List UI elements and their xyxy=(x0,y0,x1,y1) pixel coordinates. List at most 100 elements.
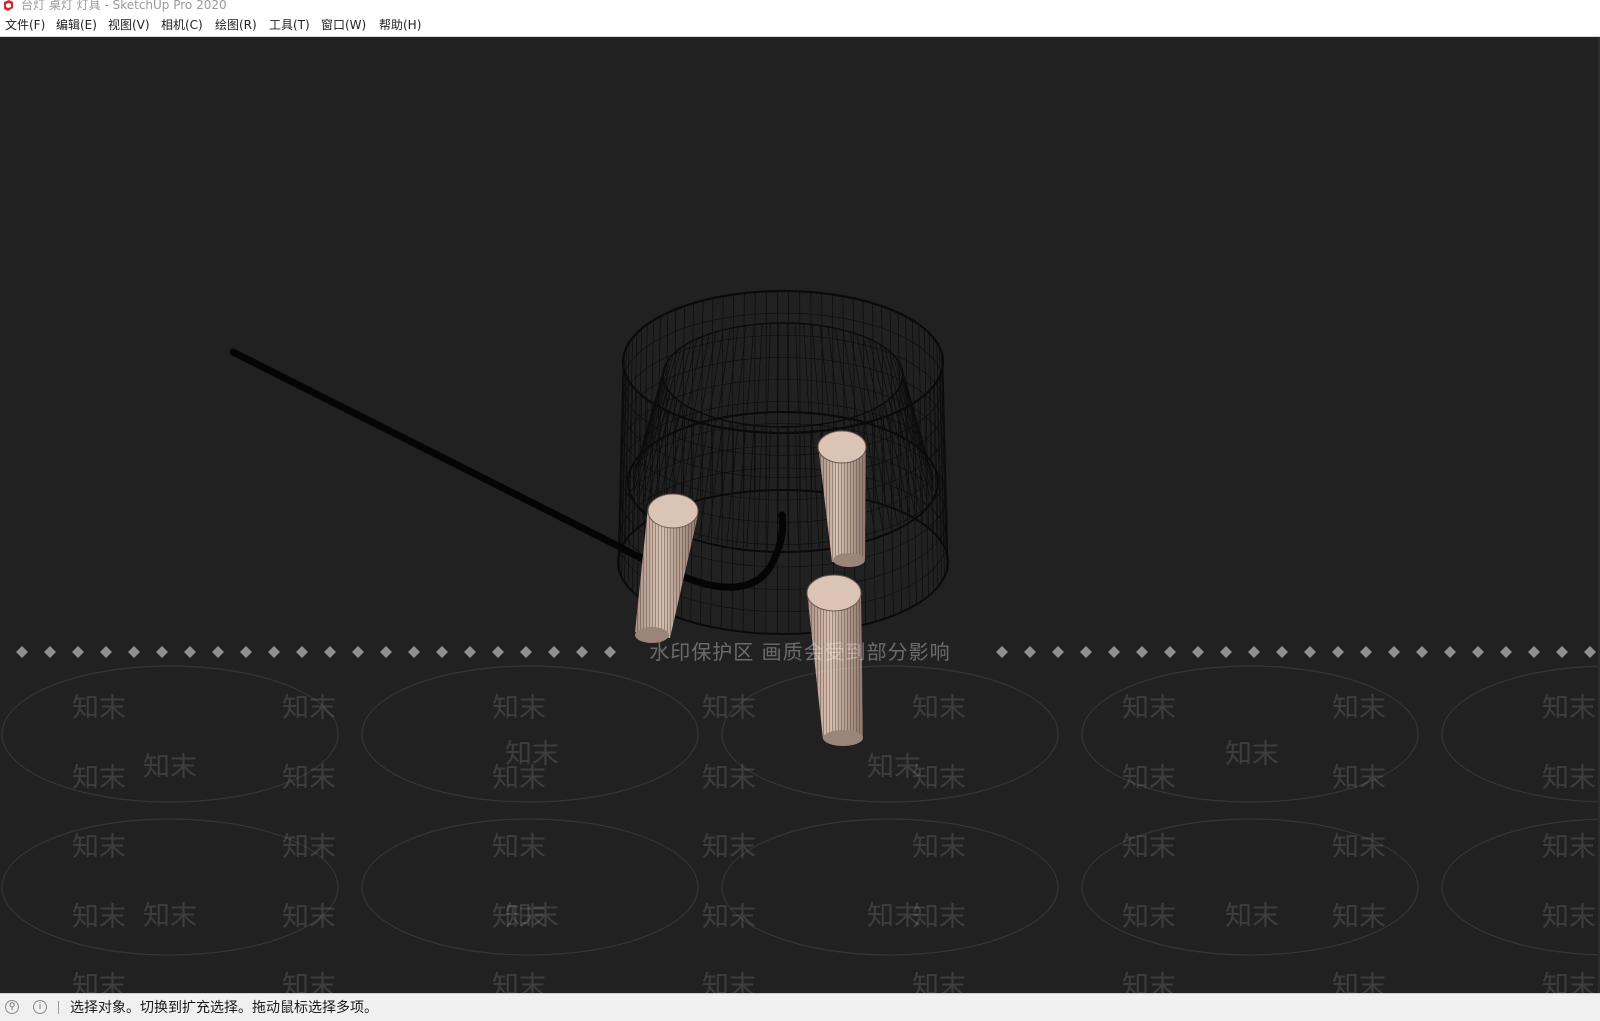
title-bar: 台灯 桌灯 灯具 - SketchUp Pro 2020 xyxy=(0,0,1600,13)
shade-inner-rib-line xyxy=(849,331,868,426)
watermark-diamond xyxy=(1192,646,1204,658)
watermark-ellipse xyxy=(361,818,699,956)
shade-rib-line xyxy=(889,414,894,616)
shade-inner-rib-line xyxy=(803,426,810,550)
shade-inner-rib-line xyxy=(736,424,747,547)
menu-draw[interactable]: 绘图(R) xyxy=(215,18,257,32)
shade-inner-rib-line xyxy=(842,329,859,424)
watermark-diamond xyxy=(996,646,1008,658)
sketchup-logo-icon xyxy=(4,0,13,11)
watermark-diamond xyxy=(1388,646,1400,658)
watermark-diamond xyxy=(464,646,476,658)
shade-inner-rib-line xyxy=(795,323,800,415)
menu-file[interactable]: 文件(F) xyxy=(5,18,45,32)
shade-rib-line xyxy=(663,312,669,513)
shade-inner-rib-line xyxy=(795,426,800,550)
shade-inner-rib-line xyxy=(746,425,755,549)
power-cable xyxy=(229,348,787,591)
shade-inner-rib-line xyxy=(746,324,755,417)
shade-inner-rib-line xyxy=(707,329,724,424)
watermark-diamond xyxy=(1136,646,1148,658)
lamp-leg-front xyxy=(806,574,863,746)
shade-inner-rib-line xyxy=(638,360,668,464)
watermark-diamond xyxy=(436,646,448,658)
watermark-diamond xyxy=(1500,646,1512,658)
menu-tools[interactable]: 工具(T) xyxy=(269,18,310,32)
watermark-diamond xyxy=(408,646,420,658)
watermark-diamond xyxy=(1220,646,1232,658)
watermark-ellipse xyxy=(361,665,699,803)
watermark-ellipse xyxy=(1081,665,1419,803)
watermark-ellipse xyxy=(1441,665,1600,803)
watermark-diamond xyxy=(1248,646,1260,658)
shade-rib-line xyxy=(897,312,903,513)
watermark-diamond xyxy=(380,646,392,658)
watermark-diamond xyxy=(1444,646,1456,658)
watermark-ellipse xyxy=(721,665,1059,803)
shade-inner-rib-line xyxy=(811,324,820,417)
sketchup-window: 台灯 桌灯 灯具 - SketchUp Pro 2020 文件(F) 编辑(E)… xyxy=(0,0,1600,1021)
shade-inner-rib-line xyxy=(707,419,724,541)
watermark-diamond xyxy=(184,646,196,658)
watermark-diamond xyxy=(1024,646,1036,658)
shade-inner-rib-line xyxy=(803,323,810,416)
status-message: 选择对象。切换到扩充选择。拖动鼠标选择多项。 xyxy=(70,1000,378,1016)
lamp-leg-back-right xyxy=(817,430,867,567)
watermark-diamond xyxy=(492,646,504,658)
window-title: 台灯 桌灯 灯具 - SketchUp Pro 2020 xyxy=(21,0,227,12)
watermark-diamond xyxy=(352,646,364,658)
menu-camera[interactable]: 相机(C) xyxy=(161,18,203,32)
watermark-diamond xyxy=(576,646,588,658)
watermark-diamond xyxy=(1080,646,1092,658)
menu-edit[interactable]: 编辑(E) xyxy=(56,18,97,32)
shade-inner-rib-line xyxy=(898,360,928,464)
watermark-ellipse xyxy=(1,665,339,803)
shade-rib-line xyxy=(905,407,910,609)
menu-view[interactable]: 视图(V) xyxy=(108,18,150,32)
info-icon[interactable]: i xyxy=(33,1000,47,1014)
menu-bar: 文件(F) 编辑(E) 视图(V) 相机(C) 绘图(R) 工具(T) 窗口(W… xyxy=(0,13,1600,37)
watermark-diamond xyxy=(72,646,84,658)
watermark-diamond xyxy=(1472,646,1484,658)
menu-window[interactable]: 窗口(W) xyxy=(321,18,366,32)
model-scene xyxy=(1,289,1600,956)
watermark-diamond xyxy=(44,646,56,658)
watermark-diamond xyxy=(520,646,532,658)
watermark-diamond xyxy=(1556,646,1568,658)
watermark-ellipse xyxy=(1,818,339,956)
watermark-ellipses xyxy=(1,665,1600,956)
watermark-diamond xyxy=(1584,646,1596,658)
watermark-diamond xyxy=(1276,646,1288,658)
watermark-diamond xyxy=(1360,646,1372,658)
watermark-diamond xyxy=(324,646,336,658)
watermark-diamond xyxy=(16,646,28,658)
watermark-diamond xyxy=(548,646,560,658)
watermark-diamond xyxy=(268,646,280,658)
watermark-diamond xyxy=(212,646,224,658)
watermark-diamond xyxy=(156,646,168,658)
status-bar: ⚲ i 选择对象。切换到扩充选择。拖动鼠标选择多项。 xyxy=(0,993,1600,1021)
shade-inner-rib-line xyxy=(777,426,780,551)
watermark-ellipse xyxy=(1081,818,1419,956)
shade-inner-rib-line xyxy=(874,408,899,526)
watermark-diamond xyxy=(1416,646,1428,658)
geo-location-icon[interactable]: ⚲ xyxy=(5,1000,19,1014)
shade-rib-line xyxy=(881,417,885,619)
watermark-diamond xyxy=(1332,646,1344,658)
watermark-diamond xyxy=(128,646,140,658)
watermark-diamond xyxy=(1164,646,1176,658)
watermark-diamond xyxy=(1108,646,1120,658)
shade-inner-rib-line xyxy=(756,323,763,416)
watermark-diamond xyxy=(1528,646,1540,658)
watermark-ellipse xyxy=(1441,818,1600,956)
shade-inner-rib-line xyxy=(786,426,789,551)
watermark-diamond-row xyxy=(16,646,1596,658)
watermark-diamond xyxy=(240,646,252,658)
menu-help[interactable]: 帮助(H) xyxy=(379,18,421,32)
shade-inner-rib-line xyxy=(756,426,763,550)
shade-inner-rib-line xyxy=(766,426,771,550)
shade-inner-rib-line xyxy=(777,322,780,415)
watermark-diamond xyxy=(100,646,112,658)
watermark-diamond xyxy=(296,646,308,658)
model-viewport[interactable]: 水印保护区 画质会受到部分影响 知末 知末 知末 知末 知末 知末 知末 知末 知末 知末 知末 知末… xyxy=(0,37,1600,993)
